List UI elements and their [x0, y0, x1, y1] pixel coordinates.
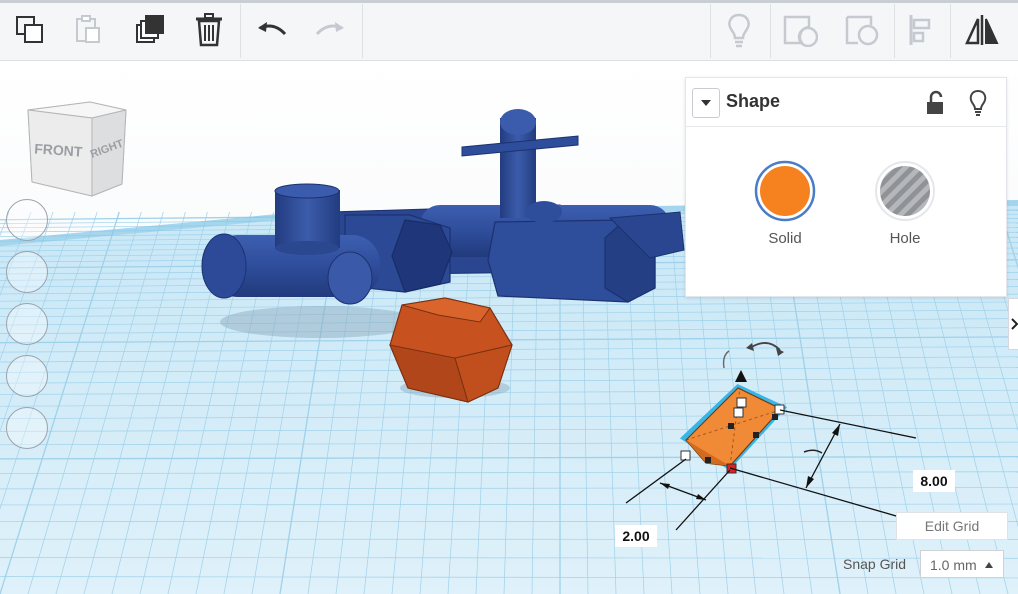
toolbar-separator	[240, 4, 241, 58]
home-view-button[interactable]	[6, 199, 48, 241]
blue-cylinder-bottom	[275, 241, 339, 255]
view-cube-front[interactable]: FRONT	[34, 140, 84, 159]
chevron-down-icon	[701, 100, 711, 106]
toolbar-separator	[770, 4, 771, 58]
toolbar-separator	[894, 4, 895, 58]
paste-button[interactable]	[66, 8, 110, 52]
perspective-toggle-button[interactable]	[6, 407, 48, 449]
width-dimension-input[interactable]: 2.00	[615, 525, 657, 547]
paste-icon	[76, 15, 100, 43]
snap-grid-value: 1.0 mm	[930, 557, 977, 573]
fit-view-button[interactable]	[6, 251, 48, 293]
blue-cylinder-top	[274, 183, 340, 199]
notes-button[interactable]	[717, 8, 761, 52]
mirror-button[interactable]	[960, 8, 1004, 52]
unlock-icon	[927, 90, 943, 114]
toolbar-top-border	[0, 0, 1018, 3]
blue-ring	[526, 201, 562, 223]
undo-icon	[258, 22, 287, 36]
hole-label: Hole	[889, 230, 921, 247]
align-icon	[909, 15, 931, 45]
ungroup-button[interactable]	[840, 8, 884, 52]
panel-header: Shape	[686, 78, 1006, 127]
length-dimension-input[interactable]: 8.00	[913, 470, 955, 492]
lock-button[interactable]	[924, 90, 946, 121]
resize-handle[interactable]	[733, 407, 744, 418]
shape-inspector-panel: Shape Solid Hole	[685, 77, 1007, 297]
shadow	[220, 306, 420, 338]
trash-icon	[196, 13, 222, 47]
zoom-in-button[interactable]	[6, 303, 48, 345]
group-button[interactable]	[778, 8, 822, 52]
redo-button[interactable]	[308, 8, 352, 52]
resize-handle[interactable]	[774, 404, 785, 415]
panel-collapse-button[interactable]	[692, 88, 720, 118]
resize-handle[interactable]	[736, 397, 747, 408]
snap-grid-select[interactable]: 1.0 mm	[920, 550, 1004, 578]
view-cube[interactable]: FRONT RIGHT	[27, 101, 127, 197]
group-icon	[783, 15, 818, 47]
toolbar-separator	[950, 4, 951, 58]
solid-option[interactable]	[750, 160, 820, 227]
copy-icon	[16, 16, 43, 43]
delete-button[interactable]	[187, 8, 231, 52]
blue-vertical-cylinder	[275, 190, 340, 248]
copy-button[interactable]	[8, 8, 52, 52]
blue-cylinder-end	[327, 251, 373, 305]
duplicate-button[interactable]	[128, 8, 172, 52]
zoom-out-button[interactable]	[6, 355, 48, 397]
duplicate-icon	[136, 15, 164, 43]
mirror-icon	[965, 15, 999, 45]
blue-post-cap	[500, 109, 536, 135]
hole-option[interactable]	[870, 160, 940, 227]
solid-color-swatch	[754, 160, 816, 222]
panel-expand-tab[interactable]	[1008, 298, 1018, 350]
shape-light-button[interactable]	[967, 89, 989, 122]
solid-label: Solid	[768, 230, 802, 247]
edit-grid-button[interactable]: Edit Grid	[896, 512, 1008, 540]
ungroup-icon	[845, 15, 879, 46]
redo-icon	[315, 22, 344, 36]
blue-cylinder-end	[201, 233, 247, 299]
orange-hex-prism	[389, 297, 513, 403]
undo-button[interactable]	[250, 8, 294, 52]
snap-grid-label: Snap Grid	[843, 556, 907, 572]
align-button[interactable]	[898, 8, 942, 52]
panel-title: Shape	[726, 91, 781, 111]
hole-swatch-icon	[875, 161, 935, 221]
toolbar	[0, 0, 1018, 61]
lightbulb-icon	[728, 13, 750, 48]
toolbar-separator	[362, 4, 363, 58]
chevron-up-icon	[985, 562, 993, 568]
toolbar-separator	[710, 4, 711, 58]
chevron-right-icon	[1011, 318, 1018, 330]
lightbulb-icon	[969, 89, 987, 116]
